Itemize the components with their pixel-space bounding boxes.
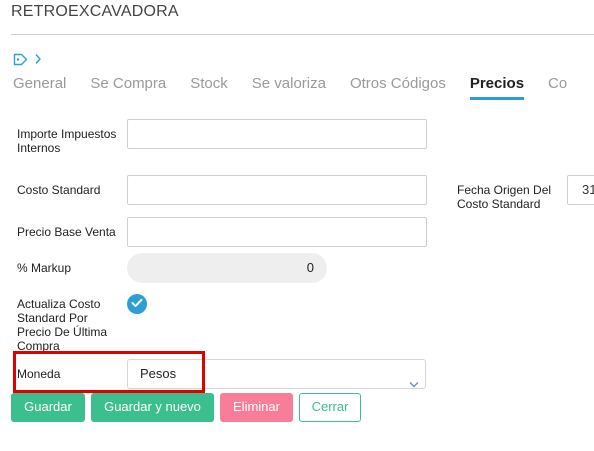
- tab-co-truncated[interactable]: Co: [548, 74, 567, 100]
- importe-input[interactable]: [127, 119, 427, 149]
- highlight-box: [13, 351, 205, 393]
- tab-otros-codigos[interactable]: Otros Códigos: [350, 74, 446, 100]
- cerrar-button[interactable]: Cerrar: [299, 393, 361, 422]
- fecha-origen-label: Fecha Origen Del Costo Standard: [457, 183, 552, 211]
- costo-standard-label: Costo Standard: [17, 183, 101, 197]
- precio-base-venta-input[interactable]: [127, 217, 427, 247]
- actualiza-costo-label: Actualiza Costo Standard Por Precio De Ú…: [17, 297, 108, 353]
- tab-se-compra[interactable]: Se Compra: [90, 74, 166, 100]
- importe-label: Importe Impuestos Internos: [17, 127, 117, 155]
- checkmark-icon: [131, 295, 143, 313]
- chevron-right-icon[interactable]: [34, 53, 42, 65]
- guardar-button[interactable]: Guardar: [11, 393, 85, 422]
- tab-precios[interactable]: Precios: [469, 74, 525, 100]
- precio-base-venta-label: Precio Base Venta: [17, 225, 116, 239]
- costo-standard-input[interactable]: [127, 175, 427, 205]
- tab-general[interactable]: General: [13, 74, 66, 100]
- tag-row: [13, 50, 42, 68]
- eliminar-button[interactable]: Eliminar: [220, 393, 293, 422]
- guardar-y-nuevo-button[interactable]: Guardar y nuevo: [91, 393, 214, 422]
- tag-icon[interactable]: [13, 53, 28, 66]
- markup-input[interactable]: 0: [127, 253, 327, 283]
- title-divider: [11, 34, 594, 35]
- markup-label: % Markup: [17, 261, 72, 275]
- tab-se-valoriza[interactable]: Se valoriza: [252, 74, 326, 100]
- tab-bar: General Se Compra Stock Se valoriza Otro…: [13, 74, 591, 100]
- tab-stock[interactable]: Stock: [190, 74, 228, 100]
- page-title: RETROEXCAVADORA: [11, 3, 179, 20]
- actualiza-costo-checkbox[interactable]: [127, 294, 147, 314]
- chevron-down-icon: [409, 370, 419, 398]
- fecha-origen-input[interactable]: 31: [567, 175, 594, 205]
